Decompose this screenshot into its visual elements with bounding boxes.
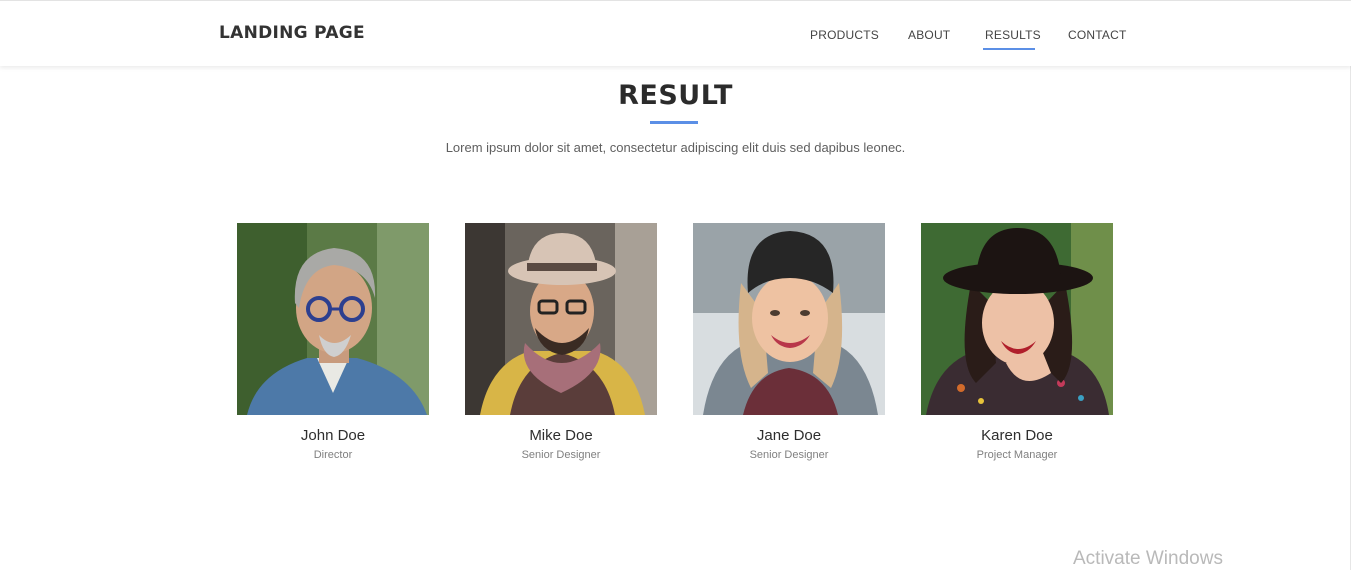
team-card-jane: Jane Doe Senior Designer (693, 223, 885, 461)
man-with-glasses-photo (237, 223, 429, 415)
section-subtitle: Lorem ipsum dolor sit amet, consectetur … (445, 140, 906, 155)
section-title: RESULT (618, 80, 733, 111)
man-with-hat-photo (465, 223, 657, 415)
nav-item-contact[interactable]: CONTACT (1068, 28, 1127, 42)
title-underline (650, 121, 698, 124)
nav-item-results[interactable]: RESULTS (985, 28, 1041, 42)
member-name: John Doe (300, 427, 366, 444)
woman-with-beanie-photo (693, 223, 885, 415)
team-card-karen: Karen Doe Project Manager (921, 223, 1113, 461)
member-role: Project Manager (976, 449, 1058, 461)
brand-logo[interactable]: LANDING PAGE (219, 23, 365, 43)
page: LANDING PAGE PRODUCTS ABOUT RESULTS CONT… (0, 0, 1351, 570)
team-card-john: John Doe Director (237, 223, 429, 461)
nav-item-about[interactable]: ABOUT (908, 28, 950, 42)
member-role: Director (313, 449, 353, 461)
nav-item-products[interactable]: PRODUCTS (810, 28, 879, 42)
member-role: Senior Designer (749, 449, 829, 461)
navbar: LANDING PAGE PRODUCTS ABOUT RESULTS CONT… (0, 0, 1351, 66)
member-name: Mike Doe (529, 427, 593, 444)
member-name: Karen Doe (981, 427, 1053, 444)
team-card-mike: Mike Doe Senior Designer (465, 223, 657, 461)
woman-with-hat-photo (921, 223, 1113, 415)
active-nav-indicator (983, 48, 1035, 50)
member-name: Jane Doe (756, 427, 822, 444)
activate-windows-watermark: Activate Windows (1073, 548, 1223, 569)
member-role: Senior Designer (521, 449, 601, 461)
